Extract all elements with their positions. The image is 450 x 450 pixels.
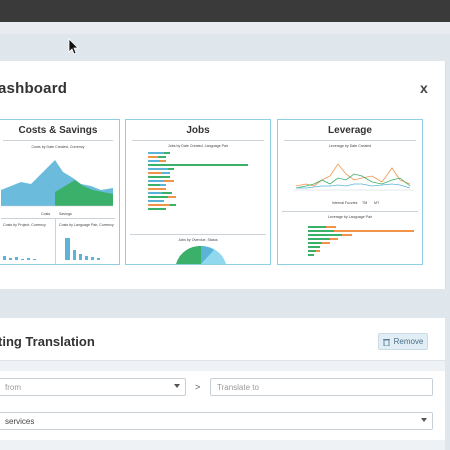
remove-label: Remove	[393, 337, 424, 346]
jobs-bar-chart	[148, 152, 248, 210]
divider	[282, 211, 418, 212]
jobs-card[interactable]: Jobs Jobs by Date Created, Language Pair…	[125, 119, 271, 265]
translate-to-placeholder: Translate to	[217, 383, 259, 392]
chevron-down-icon	[421, 418, 427, 422]
translation-title: ting Translation	[0, 334, 95, 349]
app-top-bar	[0, 0, 450, 22]
legend-costs: Costs	[41, 212, 51, 216]
divider	[3, 140, 113, 141]
close-icon[interactable]: x	[420, 80, 428, 96]
legend-savings: Savings	[59, 212, 72, 216]
legend-tm: TM	[362, 201, 368, 205]
divider	[0, 360, 445, 371]
leverage-line-chart	[294, 163, 414, 191]
translate-from-select[interactable]: from	[0, 378, 186, 396]
remove-button[interactable]: Remove	[378, 333, 428, 350]
divider	[284, 140, 416, 141]
toolbar-strip	[0, 22, 450, 34]
divider	[132, 140, 264, 141]
costs-savings-card[interactable]: Costs & Savings Costs by Date Created, C…	[0, 119, 120, 265]
services-value: services	[5, 417, 35, 426]
chart-subtitle: Jobs by Overdue, Status	[178, 238, 218, 242]
card-title: Jobs	[186, 125, 210, 136]
chart-subtitle: Leverage by Language Pair	[327, 215, 373, 219]
divider	[0, 440, 445, 450]
services-select[interactable]: services	[0, 412, 433, 430]
costs-by-language-chart	[65, 238, 100, 260]
chart-subtitle: Costs by Language Pair, Currency	[59, 223, 114, 227]
legend-mt: MT	[374, 201, 380, 205]
direction-arrow: >	[195, 382, 201, 392]
divider	[130, 234, 266, 235]
mouse-cursor-icon	[68, 38, 79, 55]
chart-subtitle: Leverage by Date Created	[328, 144, 372, 148]
costs-area-chart	[1, 160, 113, 207]
leverage-card[interactable]: Leverage Leverage by Date Created Intern…	[277, 119, 423, 265]
translate-to-input[interactable]: Translate to	[210, 378, 433, 396]
chart-subtitle: Jobs by Date Created, Language Pair	[167, 144, 229, 148]
jobs-overdue-donut	[176, 246, 226, 264]
legend-internal-fuzzies: Internal Fuzzies	[332, 201, 358, 205]
chevron-down-icon	[174, 384, 180, 388]
dashboard-title: ashboard	[0, 80, 68, 97]
chart-subtitle: Costs by Date Created, Currency	[31, 145, 85, 149]
divider	[55, 218, 56, 264]
divider	[1, 218, 115, 219]
translate-from-placeholder: from	[5, 383, 21, 392]
chart-subtitle: Costs by Project, Currency	[3, 223, 46, 227]
leverage-bar-chart	[308, 226, 414, 256]
card-title: Costs & Savings	[18, 125, 98, 136]
costs-by-project-chart	[3, 256, 36, 260]
trash-icon	[382, 338, 390, 346]
card-title: Leverage	[328, 125, 372, 136]
